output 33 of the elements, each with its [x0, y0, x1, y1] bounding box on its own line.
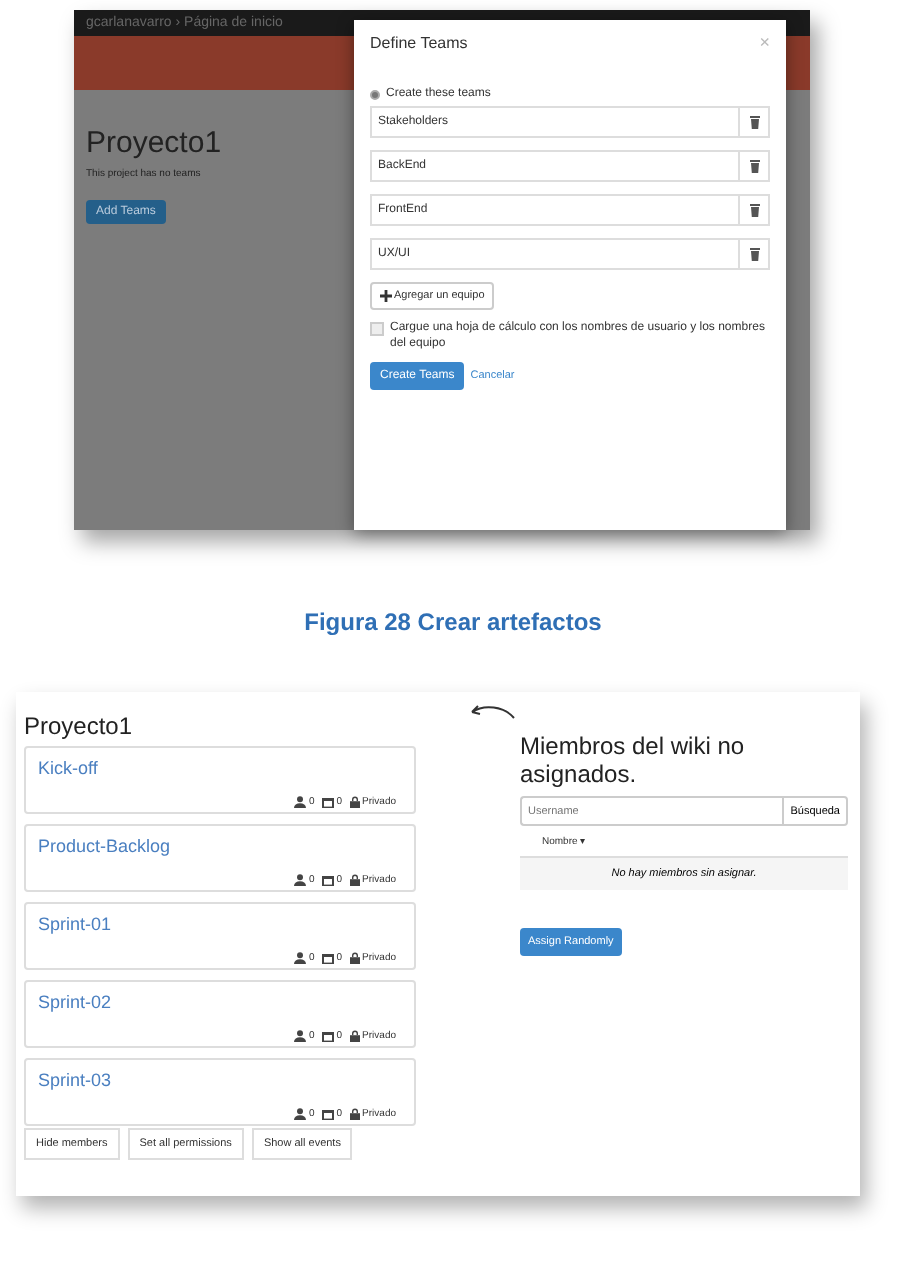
trash-icon [747, 202, 761, 218]
person-icon [294, 1030, 307, 1042]
wiki-link[interactable]: Sprint-03 [38, 1070, 402, 1090]
trash-icon [747, 158, 761, 174]
person-icon [294, 796, 307, 808]
calendar-icon [322, 1030, 335, 1042]
radio-button[interactable] [370, 89, 380, 99]
checkbox[interactable] [370, 322, 384, 336]
lock-icon [350, 952, 361, 964]
trash-icon [747, 114, 761, 130]
calendar-icon [322, 1108, 335, 1120]
figure-caption: Figura 28 Crear artefactos [302, 608, 604, 636]
person-icon [294, 952, 307, 964]
wiki-link[interactable]: Sprint-01 [38, 914, 402, 934]
lock-icon [350, 1108, 361, 1120]
wiki-link[interactable]: Product-Backlog [38, 836, 402, 856]
curved-arrow-icon [468, 704, 516, 722]
lock-icon [350, 796, 361, 808]
calendar-icon [322, 952, 335, 964]
lock-icon [350, 874, 361, 886]
person-icon [294, 874, 307, 886]
lock-icon [350, 1030, 361, 1042]
modal-title: Define Teams [370, 33, 468, 51]
trash-icon [747, 246, 761, 262]
plus-icon [380, 290, 392, 302]
project-title: Proyecto1 [86, 126, 224, 160]
panel-title: Miembros del wiki no asignados. [520, 732, 747, 788]
calendar-icon [322, 874, 335, 886]
wiki-link[interactable]: Sprint-02 [38, 992, 402, 1012]
calendar-icon [322, 796, 335, 808]
wiki-link[interactable]: Kick-off [38, 758, 402, 778]
project-title: Proyecto1 [24, 712, 135, 740]
person-icon [294, 1108, 307, 1120]
